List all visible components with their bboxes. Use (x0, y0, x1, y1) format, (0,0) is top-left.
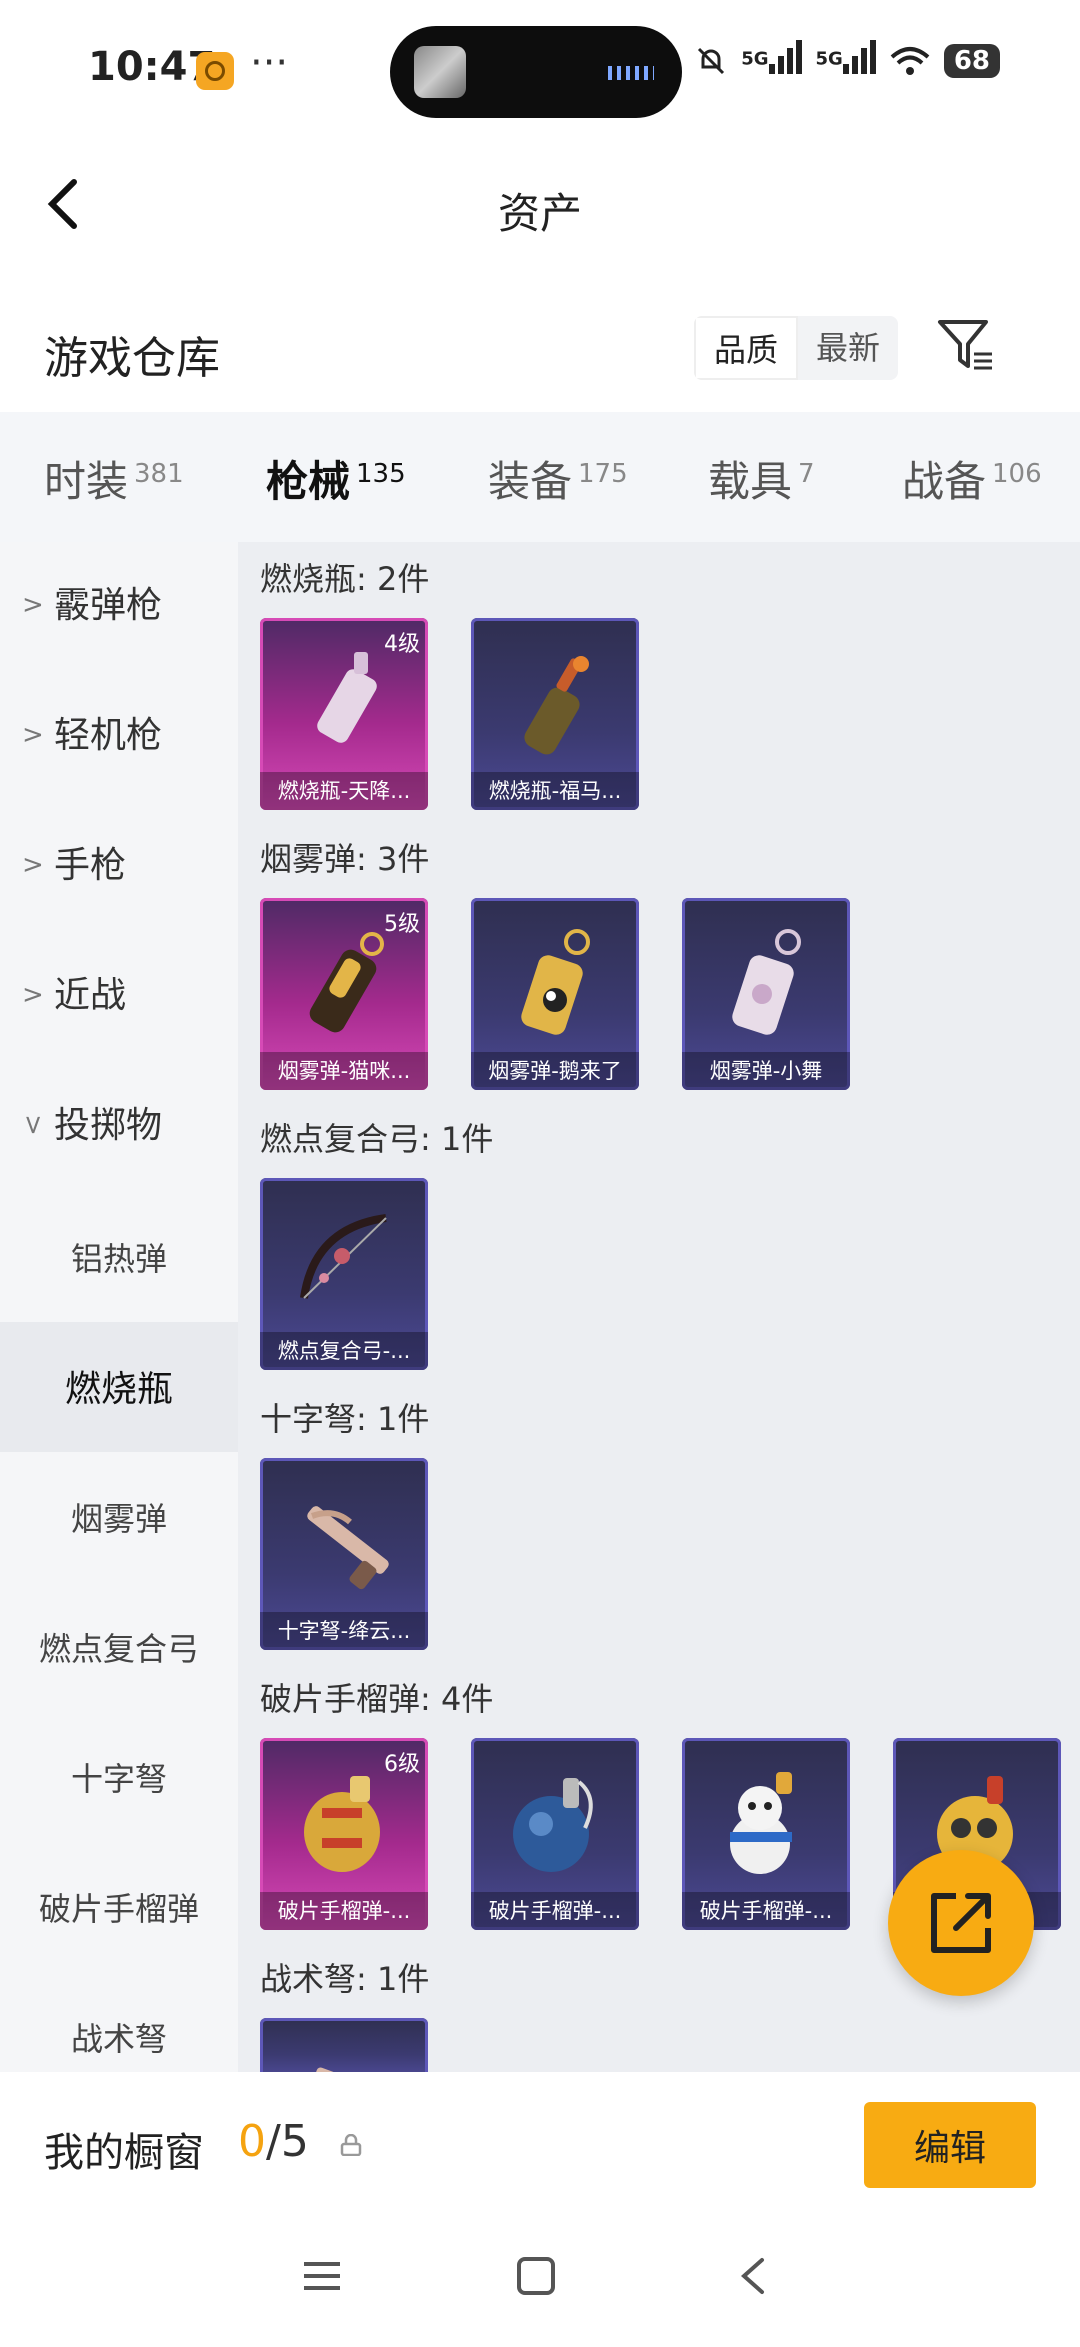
tab-supplies[interactable]: 战备 106 (902, 448, 1042, 509)
crossbow-icon (307, 1506, 389, 1590)
chevron-right-icon: > (22, 590, 44, 620)
lock-icon (340, 2134, 362, 2156)
sidebar-group-pistol[interactable]: > 手枪 (0, 802, 238, 932)
share-icon (931, 1893, 991, 1953)
tab-vehicles[interactable]: 载具 7 (708, 448, 815, 509)
tab-equipment[interactable]: 装备 175 (488, 448, 628, 509)
page-title: 资产 (497, 189, 582, 238)
item-card[interactable]: 燃烧瓶-福马... (471, 618, 639, 810)
home-icon[interactable] (516, 2256, 556, 2296)
frag-grenade-icon (513, 1778, 593, 1872)
dynamic-island[interactable] (390, 26, 682, 118)
item-card[interactable] (260, 2018, 428, 2072)
chevron-right-icon: > (22, 850, 44, 880)
section-title: 战术弩: 1件 (260, 1960, 430, 1998)
item-card[interactable]: 5级 烟雾弹-猫咪... (260, 898, 428, 1090)
category-tabs: 时装 381 枪械 135 装备 175 载具 7 战备 106 (0, 412, 1080, 552)
weapon-category-sidebar: > 霰弹枪 > 轻机枪 > 手枪 > 近战 > 投掷物 铝热弹 燃烧瓶 烟雾弹 燃点复合弓… (0, 542, 238, 2072)
more-notifications-icon: ··· (250, 40, 289, 86)
network-type-2: 5G (815, 48, 843, 70)
section-title: 燃点复合弓: 1件 (260, 1120, 494, 1158)
tactical-crossbow-icon (315, 2067, 383, 2072)
item-card[interactable]: 破片手榴弹-... (471, 1738, 639, 1930)
back-nav-icon[interactable] (734, 2256, 774, 2296)
showcase-bar: 我的橱窗 0/5 编辑 (0, 2072, 1080, 2222)
item-card[interactable]: 6级 破片手榴弹-... (260, 1738, 428, 1930)
wifi-icon (890, 46, 930, 75)
sidebar-item-molotov[interactable]: 燃烧瓶 (0, 1322, 238, 1452)
sidebar-item-smoke[interactable]: 烟雾弹 (0, 1452, 238, 1582)
sidebar-item-compound-bow[interactable]: 燃点复合弓 (0, 1582, 238, 1712)
sort-by-latest[interactable]: 最新 (798, 316, 898, 380)
molotov-icon (524, 656, 589, 755)
item-card[interactable]: 破片手榴弹-... (682, 1738, 850, 1930)
section-title: 十字弩: 1件 (260, 1400, 430, 1438)
item-card[interactable]: 燃点复合弓-... (260, 1178, 428, 1370)
filter-icon[interactable] (936, 316, 996, 376)
section-title: 烟雾弹: 3件 (260, 840, 430, 878)
top-nav: 资产 (0, 140, 1080, 270)
tab-fashion[interactable]: 时装 381 (44, 448, 184, 509)
warehouse-title: 游戏仓库 (44, 333, 220, 384)
media-thumbnail (414, 46, 466, 98)
frag-grenade-icon (730, 1772, 792, 1874)
mute-icon (698, 47, 725, 74)
section-title: 燃烧瓶: 2件 (260, 560, 430, 598)
sidebar-item-crossbow[interactable]: 十字弩 (0, 1712, 238, 1842)
section-title: 破片手榴弹: 4件 (260, 1680, 494, 1718)
chevron-right-icon: > (22, 720, 44, 750)
sidebar-group-melee[interactable]: > 近战 (0, 932, 238, 1062)
item-grid: 燃烧瓶: 2件 4级 燃烧瓶-天降... 燃烧瓶-福马... 烟雾弹: 3件 5… (238, 542, 1080, 2072)
signal-icon-1 (768, 40, 802, 74)
sidebar-item-thermite[interactable]: 铝热弹 (0, 1192, 238, 1322)
sidebar-item-frag-grenade[interactable]: 破片手榴弹 (0, 1842, 238, 1972)
compound-bow-icon (300, 1214, 387, 1299)
system-nav-bar (0, 2222, 1080, 2347)
sidebar-group-throwables[interactable]: > 投掷物 (0, 1062, 238, 1192)
audio-wave-icon (608, 66, 654, 80)
share-button[interactable] (888, 1850, 1034, 1996)
battery-level: 68 (943, 43, 1000, 78)
item-card[interactable]: 十字弩-绛云... (260, 1458, 428, 1650)
warehouse-header: 游戏仓库 品质 最新 (0, 300, 1080, 410)
tab-weapons[interactable]: 枪械 135 (266, 448, 406, 552)
app-notification-icon (196, 52, 234, 90)
edit-button[interactable]: 编辑 (864, 2102, 1036, 2188)
sidebar-group-shotgun[interactable]: > 霰弹枪 (0, 542, 238, 672)
item-card[interactable]: 烟雾弹-小舞 (682, 898, 850, 1090)
network-type-1: 5G (741, 48, 769, 70)
item-card[interactable]: 烟雾弹-鹅来了 (471, 898, 639, 1090)
showcase-label: 我的橱窗 (44, 2130, 204, 2176)
status-bar: 10:47 ··· 5G 5G 68 (0, 0, 1080, 140)
sort-by-quality[interactable]: 品质 (694, 316, 799, 380)
chevron-right-icon: > (22, 980, 44, 1010)
chevron-down-icon: > (17, 1114, 48, 1136)
menu-icon[interactable] (302, 2256, 342, 2296)
smoke-grenade-icon (732, 929, 801, 1035)
molotov-icon (317, 652, 377, 743)
sidebar-group-lmg[interactable]: > 轻机枪 (0, 672, 238, 802)
frag-grenade-icon (304, 1776, 380, 1872)
showcase-count: 0/5 (238, 2116, 309, 2167)
smoke-grenade-icon (521, 929, 590, 1035)
smoke-grenade-icon (309, 932, 384, 1033)
item-card[interactable]: 4级 燃烧瓶-天降... (260, 618, 428, 810)
signal-icon-2 (842, 40, 876, 74)
sort-toggle: 品质 最新 (694, 316, 899, 380)
